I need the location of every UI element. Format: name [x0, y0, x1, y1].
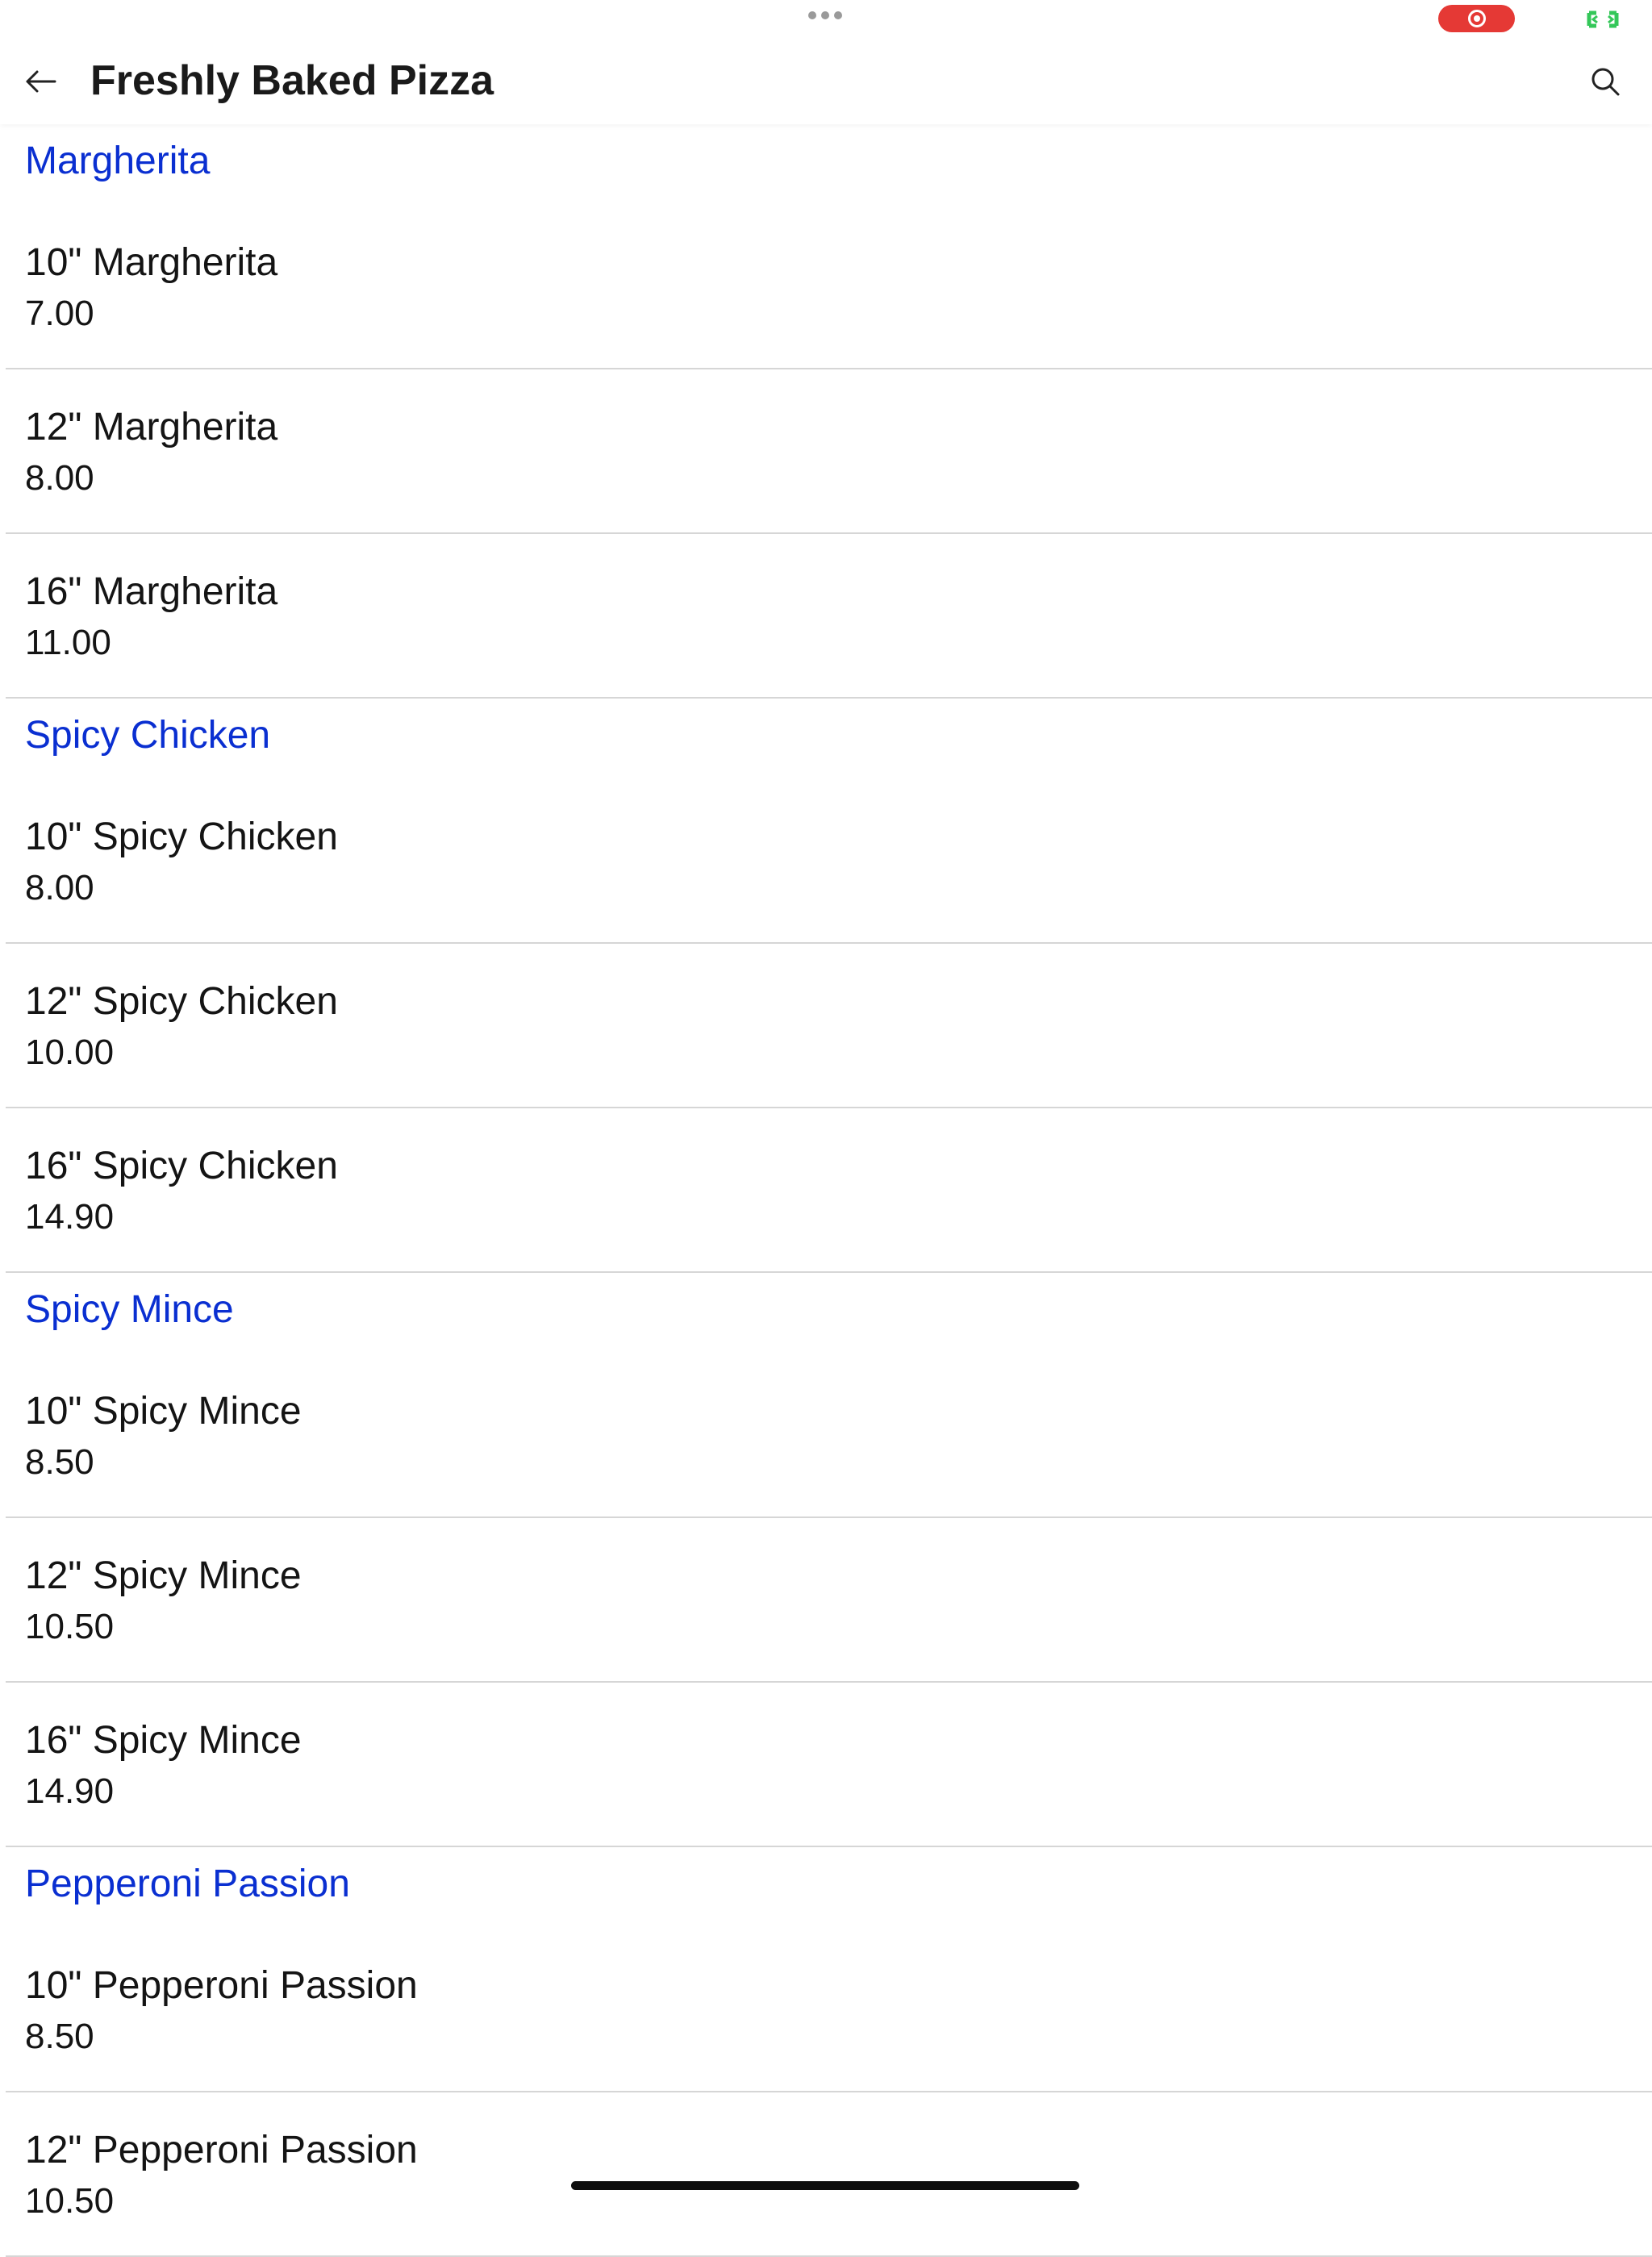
- search-button[interactable]: [1583, 61, 1628, 102]
- menu-item[interactable]: 12" Spicy Chicken 10.00: [6, 944, 1652, 1108]
- item-price: 10.50: [25, 2181, 115, 2221]
- item-name: 12" Pepperoni Passion: [25, 2129, 418, 2171]
- arrow-left-icon: [26, 70, 56, 93]
- menu-item[interactable]: 16" Spicy Mince 14.90: [6, 1683, 1652, 1847]
- item-price: 8.50: [25, 1442, 94, 1482]
- item-name: 12" Margherita: [25, 406, 278, 448]
- item-name: 10" Spicy Chicken: [25, 816, 338, 858]
- page-title: Freshly Baked Pizza: [90, 57, 494, 104]
- category-title: Spicy Chicken: [25, 714, 271, 757]
- item-name: 10" Margherita: [25, 241, 278, 284]
- category-title: Pepperoni Passion: [25, 1863, 350, 1905]
- menu-item[interactable]: 16" Margherita 11.00: [6, 534, 1652, 699]
- search-icon: [1592, 68, 1620, 96]
- item-price: 14.90: [25, 1771, 115, 1811]
- menu-item[interactable]: 16" Spicy Chicken 14.90: [6, 1108, 1652, 1273]
- item-price: 11.00: [25, 623, 111, 662]
- category-title: Spicy Mince: [25, 1288, 234, 1331]
- category-header: Pepperoni Passion: [0, 1847, 1652, 1923]
- item-name: 12" Spicy Chicken: [25, 980, 338, 1023]
- item-name: 10" Spicy Mince: [25, 1390, 302, 1433]
- category-header: Margherita: [0, 124, 1652, 200]
- category-header: Spicy Mince: [0, 1273, 1652, 1349]
- item-price: 14.90: [25, 1197, 115, 1237]
- item-price: 8.00: [25, 868, 94, 907]
- menu-item[interactable]: 12" Spicy Mince 10.50: [6, 1518, 1652, 1683]
- menu-list: Margherita 10" Margherita 7.00 12" Margh…: [0, 124, 1652, 2257]
- menu-item[interactable]: 10" Pepperoni Passion 8.50: [6, 1923, 1652, 2092]
- item-price: 8.00: [25, 458, 94, 498]
- menu-item[interactable]: 10" Margherita 7.00: [6, 200, 1652, 369]
- item-price: 10.00: [25, 1033, 115, 1072]
- home-indicator[interactable]: [571, 2181, 1079, 2190]
- menu-item[interactable]: 12" Pepperoni Passion 10.50: [6, 2092, 1652, 2257]
- multitasking-dots-icon[interactable]: [808, 11, 842, 19]
- app-header: Freshly Baked Pizza: [0, 40, 1652, 124]
- menu-item[interactable]: 10" Spicy Chicken 8.00: [6, 774, 1652, 944]
- fullscreen-icon: [1587, 10, 1619, 28]
- category-header: Spicy Chicken: [0, 699, 1652, 774]
- category-title: Margherita: [25, 140, 211, 182]
- item-price: 8.50: [25, 2017, 94, 2056]
- item-name: 10" Pepperoni Passion: [25, 1964, 418, 2007]
- item-name: 12" Spicy Mince: [25, 1554, 302, 1597]
- item-price: 10.50: [25, 1607, 115, 1646]
- item-name: 16" Spicy Chicken: [25, 1145, 338, 1187]
- menu-item[interactable]: 10" Spicy Mince 8.50: [6, 1349, 1652, 1518]
- item-name: 16" Margherita: [25, 570, 278, 613]
- item-name: 16" Spicy Mince: [25, 1719, 302, 1762]
- item-price: 7.00: [25, 294, 94, 333]
- menu-item[interactable]: 12" Margherita 8.00: [6, 369, 1652, 534]
- screen-record-indicator[interactable]: [1438, 5, 1515, 32]
- screen-record-icon: [1467, 10, 1486, 27]
- back-button[interactable]: [18, 61, 63, 102]
